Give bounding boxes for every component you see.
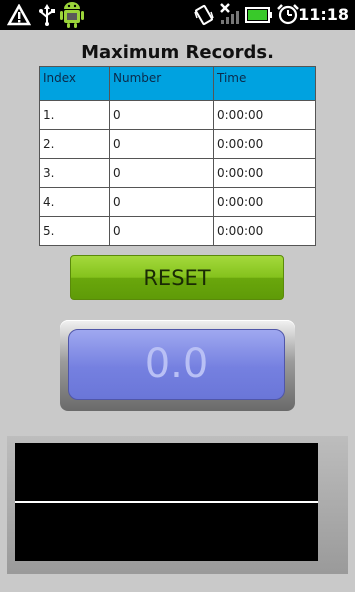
- counter-display[interactable]: 0.0: [68, 329, 285, 400]
- cell-index: 5.: [39, 216, 110, 246]
- cell-time: 0:00:00: [213, 129, 316, 159]
- no-signal-icon: [219, 2, 239, 30]
- column-header-number: Number: [109, 66, 214, 101]
- cell-index: 4.: [39, 187, 110, 217]
- cell-time: 0:00:00: [213, 187, 316, 217]
- table-header-row: Index Number Time: [39, 66, 316, 101]
- battery-icon: [245, 6, 273, 28]
- cell-time: 0:00:00: [213, 216, 316, 246]
- graph-baseline: [15, 501, 318, 503]
- counter-frame: 0.0: [60, 320, 295, 411]
- usb-icon: [38, 4, 56, 30]
- table-row: 3. 0 0:00:00: [39, 158, 316, 188]
- cell-number: 0: [109, 187, 214, 217]
- warning-icon: [6, 3, 32, 30]
- alarm-icon: [277, 3, 299, 29]
- page-title: Maximum Records.: [81, 42, 274, 63]
- table-row: 1. 0 0:00:00: [39, 100, 316, 130]
- cell-index: 3.: [39, 158, 110, 188]
- table-row: 4. 0 0:00:00: [39, 187, 316, 217]
- reset-button[interactable]: RESET: [70, 255, 284, 300]
- cell-number: 0: [109, 158, 214, 188]
- cell-number: 0: [109, 100, 214, 130]
- cell-time: 0:00:00: [213, 100, 316, 130]
- records-table: Index Number Time 1. 0 0:00:00 2. 0 0:00…: [39, 66, 316, 246]
- android-debug-icon: [60, 1, 84, 33]
- cell-number: 0: [109, 216, 214, 246]
- table-row: 2. 0 0:00:00: [39, 129, 316, 159]
- cell-time: 0:00:00: [213, 158, 316, 188]
- column-header-time: Time: [213, 66, 316, 101]
- vibrate-icon: [193, 4, 215, 30]
- graph-area: [15, 443, 318, 561]
- status-bar: 11:18: [0, 0, 355, 30]
- clock: 11:18: [298, 5, 349, 24]
- graph-frame: [7, 436, 348, 574]
- cell-index: 2.: [39, 129, 110, 159]
- column-header-index: Index: [39, 66, 110, 101]
- cell-index: 1.: [39, 100, 110, 130]
- cell-number: 0: [109, 129, 214, 159]
- table-row: 5. 0 0:00:00: [39, 216, 316, 246]
